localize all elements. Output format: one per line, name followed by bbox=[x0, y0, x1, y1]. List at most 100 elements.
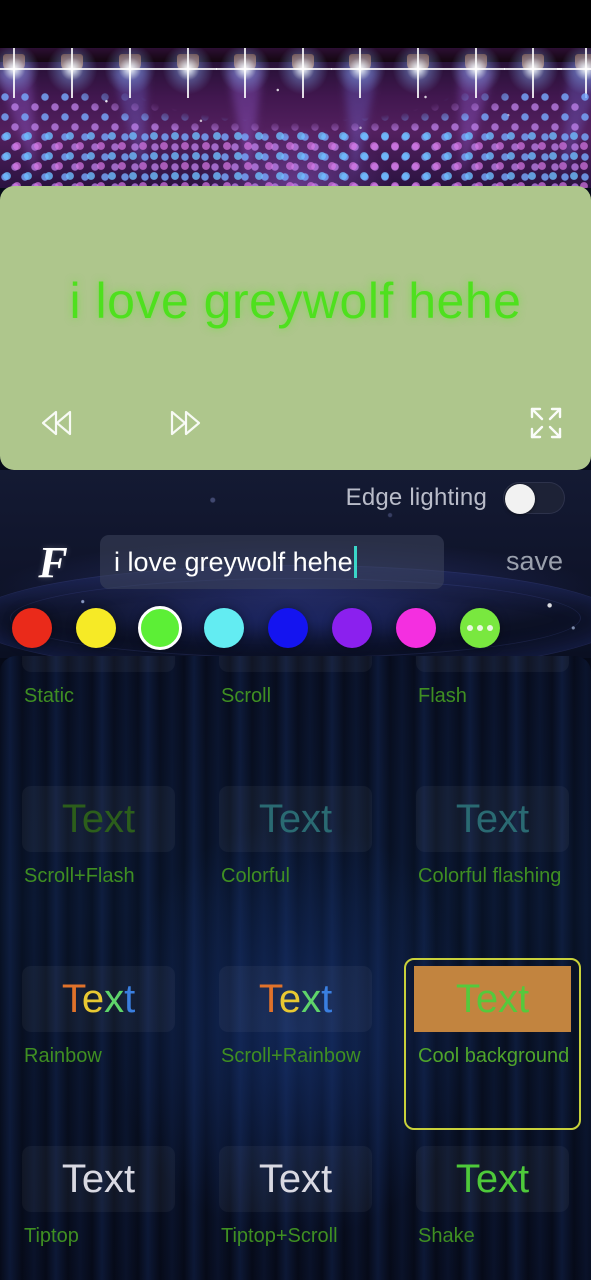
effect-card-frame: Text Flash bbox=[404, 656, 581, 770]
effect-option-flash[interactable]: Text Flash bbox=[394, 656, 591, 774]
effect-card-frame: Text Tiptop bbox=[10, 1138, 187, 1280]
color-swatch-more[interactable] bbox=[448, 598, 512, 658]
rewind-icon bbox=[37, 408, 77, 443]
effect-preview-box: Text bbox=[219, 966, 372, 1032]
effect-label: Colorful flashing bbox=[418, 865, 562, 887]
effects-panel[interactable]: TextStaticTextScrollTextFlashTextScroll+… bbox=[0, 656, 591, 1280]
swatch-dot-magenta bbox=[396, 608, 436, 648]
effect-preview-box: Text bbox=[219, 1146, 372, 1212]
effect-preview-word: Text bbox=[258, 797, 333, 841]
color-swatch-purple[interactable] bbox=[320, 598, 384, 658]
effect-option-rainbow[interactable]: Text Rainbow bbox=[0, 954, 197, 1134]
swatch-dot-green bbox=[138, 606, 182, 650]
more-dot bbox=[477, 625, 483, 631]
swatch-dot-red bbox=[12, 608, 52, 648]
effect-option-tiptop-scroll[interactable]: Text Tiptop+Scroll bbox=[197, 1134, 394, 1280]
effect-preview-box: Text bbox=[416, 656, 569, 672]
effect-option-tiptop[interactable]: Text Tiptop bbox=[0, 1134, 197, 1280]
effect-card-frame: Text Colorful bbox=[207, 778, 384, 950]
effect-preview-box: Text bbox=[416, 1146, 569, 1212]
toggle-knob bbox=[505, 484, 535, 514]
effect-option-shake[interactable]: Text Shake bbox=[394, 1134, 591, 1280]
effect-preview-word: Text bbox=[61, 1157, 136, 1201]
effect-card-frame: Text Rainbow bbox=[10, 958, 187, 1130]
effect-label: Scroll+Rainbow bbox=[221, 1045, 361, 1067]
effect-preview-word: Text bbox=[258, 1157, 333, 1201]
effect-label: Rainbow bbox=[24, 1045, 102, 1067]
color-swatch-cyan[interactable] bbox=[192, 598, 256, 658]
effect-preview-box: Text bbox=[22, 966, 175, 1032]
effect-option-scroll-rainbow[interactable]: Text Scroll+Rainbow bbox=[197, 954, 394, 1134]
effect-preview-box: Text bbox=[22, 786, 175, 852]
effect-card-frame: Text Tiptop+Scroll bbox=[207, 1138, 384, 1280]
color-swatch-yellow[interactable] bbox=[64, 598, 128, 658]
effect-preview-word: Text bbox=[455, 977, 530, 1021]
color-swatch-green[interactable] bbox=[128, 598, 192, 658]
effect-option-colorful-flashing[interactable]: Text Colorful flashing bbox=[394, 774, 591, 954]
effect-card-frame: Text Static bbox=[10, 656, 187, 770]
effect-preview-word: Text bbox=[62, 979, 135, 1019]
effect-preview-word: Text bbox=[456, 656, 529, 659]
stage-artwork bbox=[0, 48, 591, 188]
disco-dot-field-foreground bbox=[0, 130, 591, 188]
effect-label: Tiptop bbox=[24, 1225, 79, 1247]
more-dot bbox=[487, 625, 493, 631]
effect-label: Colorful bbox=[221, 865, 290, 887]
effect-option-scroll[interactable]: Text Scroll bbox=[197, 656, 394, 774]
preview-controls bbox=[0, 400, 591, 458]
effect-preview-box: Text bbox=[414, 966, 571, 1032]
rainbow-letter: t bbox=[321, 977, 333, 1021]
effect-option-colorful[interactable]: Text Colorful bbox=[197, 774, 394, 954]
font-picker-icon[interactable]: F bbox=[32, 538, 74, 587]
rainbow-letter: x bbox=[104, 977, 125, 1021]
more-colors-icon[interactable] bbox=[460, 608, 500, 648]
effect-preview-word: Text bbox=[61, 797, 136, 841]
swatch-dot-purple bbox=[332, 608, 372, 648]
effects-grid: TextStaticTextScrollTextFlashTextScroll+… bbox=[0, 656, 591, 1280]
fullscreen-button[interactable] bbox=[521, 400, 571, 450]
effect-label: Flash bbox=[418, 685, 467, 707]
effect-preview-box: Text bbox=[416, 786, 569, 852]
effect-preview-box: Text bbox=[219, 786, 372, 852]
led-text-editor-screen: i love greywolf hehe Edge lighting F i l… bbox=[0, 0, 591, 1280]
text-input-row: F i love greywolf hehe save bbox=[0, 532, 591, 594]
preview-text: i love greywolf hehe bbox=[69, 273, 522, 329]
effect-card-frame: Text Shake bbox=[404, 1138, 581, 1280]
edge-lighting-toggle[interactable] bbox=[503, 482, 565, 514]
rainbow-letter: x bbox=[301, 977, 322, 1021]
effect-option-cool-background[interactable]: Text Cool background bbox=[394, 954, 591, 1134]
rainbow-letter: T bbox=[61, 977, 82, 1021]
save-button[interactable]: save bbox=[506, 546, 563, 577]
effect-preview-word: Text bbox=[259, 656, 332, 659]
effect-preview-word: Text bbox=[455, 797, 530, 841]
text-input[interactable]: i love greywolf hehe bbox=[100, 535, 444, 589]
fast-forward-button[interactable] bbox=[160, 400, 210, 450]
effect-preview-box: Text bbox=[22, 1146, 175, 1212]
stage-banner-image bbox=[0, 0, 591, 188]
effect-label: Tiptop+Scroll bbox=[221, 1225, 338, 1247]
color-swatch-row bbox=[0, 598, 591, 658]
color-swatch-red[interactable] bbox=[0, 598, 64, 658]
rewind-button[interactable] bbox=[32, 400, 82, 450]
effect-preview-word: Text bbox=[455, 1157, 530, 1201]
effect-card-frame: Text Colorful flashing bbox=[404, 778, 581, 950]
text-cursor bbox=[353, 546, 357, 578]
effect-card-frame: Text Cool background bbox=[404, 958, 581, 1130]
effect-label: Shake bbox=[418, 1225, 475, 1247]
control-strip: Edge lighting F i love greywolf hehe sav… bbox=[0, 470, 591, 658]
swatch-dot-yellow bbox=[76, 608, 116, 648]
rainbow-letter: t bbox=[124, 977, 136, 1021]
edge-lighting-row: Edge lighting bbox=[346, 482, 565, 514]
effect-preview-word: Text bbox=[62, 656, 135, 659]
effect-option-static[interactable]: Text Static bbox=[0, 656, 197, 774]
edge-lighting-label: Edge lighting bbox=[345, 484, 487, 511]
swatch-dot-cyan bbox=[204, 608, 244, 648]
more-dot bbox=[467, 625, 473, 631]
effect-label: Scroll+Flash bbox=[24, 865, 135, 887]
rainbow-letter: e bbox=[81, 977, 105, 1021]
effect-option-scroll-flash[interactable]: Text Scroll+Flash bbox=[0, 774, 197, 954]
effect-label: Scroll bbox=[221, 685, 272, 707]
color-swatch-magenta[interactable] bbox=[384, 598, 448, 658]
color-swatch-blue[interactable] bbox=[256, 598, 320, 658]
text-preview-card[interactable]: i love greywolf hehe bbox=[0, 186, 591, 470]
